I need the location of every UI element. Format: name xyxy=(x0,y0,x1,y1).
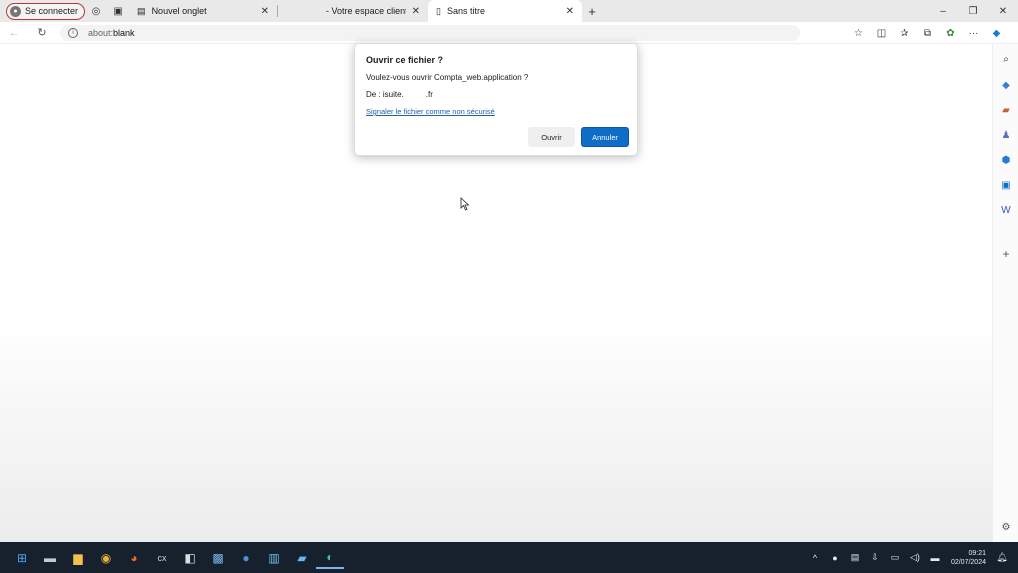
tab-title: Nouvel onglet xyxy=(151,6,207,16)
settings-gear-icon[interactable]: ⚙ xyxy=(993,522,1018,533)
info-icon[interactable]: i xyxy=(68,27,78,38)
taskbar: ⊞ ▬ ▆ ◉ ◕ cx ◧ ▩ ● ▥ ▰ ◐ ^ ● ▤ ⇩ ▭ ◁) ▬ … xyxy=(0,542,1018,573)
add-icon[interactable]: + xyxy=(993,247,1018,261)
close-window-button[interactable]: ✕ xyxy=(988,6,1018,17)
new-tab-button[interactable]: + xyxy=(582,4,602,19)
source-prefix: De : isuite. xyxy=(366,90,404,99)
page-icon: ▤ xyxy=(137,5,146,16)
restore-button[interactable]: ❐ xyxy=(958,6,988,17)
window-controls: – ❐ ✕ xyxy=(928,0,1018,22)
cancel-button[interactable]: Annuler xyxy=(581,127,629,147)
tools-icon[interactable]: ▰ xyxy=(993,105,1018,116)
tab-espace-client[interactable]: - Votre espace client ✕ xyxy=(278,0,428,22)
office-icon[interactable]: ⬢ xyxy=(993,155,1018,166)
app-card-icon[interactable]: ▰ xyxy=(288,547,316,569)
url-field[interactable]: i about:blank xyxy=(60,24,800,41)
favorite-star-icon[interactable]: ☆ xyxy=(847,28,870,39)
outlook-icon[interactable]: ▣ xyxy=(993,180,1018,191)
dialog-title: Ouvrir ce fichier ? xyxy=(366,55,444,65)
tab-actions-icon[interactable]: ▣ xyxy=(107,0,129,22)
close-tab-icon[interactable]: ✕ xyxy=(261,6,269,17)
notification-bell-icon[interactable]: 🔔︎ xyxy=(992,552,1012,563)
url-scheme: about: xyxy=(88,27,114,38)
redacted-text xyxy=(407,90,423,99)
battery-icon[interactable]: ▬ xyxy=(925,553,945,563)
tab-sans-titre[interactable]: ▯ Sans titre ✕ xyxy=(428,0,583,22)
tab-title: Sans titre xyxy=(447,6,486,16)
volume-icon[interactable]: ◁) xyxy=(905,552,925,563)
mouse-cursor-icon xyxy=(460,197,470,211)
clock-time: 09:21 xyxy=(968,549,986,557)
app-blue-circle-icon[interactable]: ● xyxy=(232,547,260,569)
toolbar-icons: ☆ ◫ ✰ ⧉ ✿ ··· ◆ xyxy=(847,22,1008,44)
report-unsafe-link[interactable]: Signaler le fichier comme non sécurisé xyxy=(366,107,495,116)
notepad-icon[interactable]: ▥ xyxy=(260,547,288,569)
system-tray: ^ ● ▤ ⇩ ▭ ◁) ▬ 09:21 02/07/2024 🔔︎ xyxy=(805,542,1012,573)
clock[interactable]: 09:21 02/07/2024 xyxy=(951,549,986,567)
back-arrow-icon[interactable]: ← xyxy=(0,27,28,39)
search-icon[interactable]: ⌕ xyxy=(993,54,1018,65)
collections-icon[interactable]: ⧉ xyxy=(916,28,939,39)
extension-icon[interactable]: ✿ xyxy=(939,28,962,39)
display-icon[interactable]: ▭ xyxy=(885,552,905,563)
printer-icon[interactable]: ▤ xyxy=(845,552,865,563)
app-cx-icon[interactable]: cx xyxy=(148,547,176,569)
open-button[interactable]: Ouvrir xyxy=(528,127,575,147)
profile-button[interactable]: ● Se connecter xyxy=(6,2,86,20)
tray-app-icon[interactable]: ● xyxy=(825,553,845,563)
tab-bar: ● Se connecter ◎ ▣ ▤ Nouvel onglet ✕ - V… xyxy=(0,0,1018,22)
workspaces-icon[interactable]: ◎ xyxy=(85,0,107,22)
dialog-question: Voulez-vous ouvrir Compta_web.applicatio… xyxy=(366,73,529,82)
start-windows-icon[interactable]: ⊞ xyxy=(8,547,36,569)
chrome-icon[interactable]: ◉ xyxy=(92,547,120,569)
close-tab-icon[interactable]: ✕ xyxy=(412,6,420,17)
split-screen-icon[interactable]: ◫ xyxy=(870,28,893,39)
close-tab-icon[interactable]: ✕ xyxy=(566,6,574,17)
edge-sidebar: ⌕ ◆ ▰ ♟ ⬢ ▣ W + ⚙ xyxy=(992,44,1018,542)
task-view-icon[interactable]: ▬ xyxy=(36,547,64,569)
tab-new-tab[interactable]: ▤ Nouvel onglet ✕ xyxy=(129,0,277,22)
file-explorer-icon[interactable]: ▆ xyxy=(64,547,92,569)
games-icon[interactable]: ♟ xyxy=(993,130,1018,141)
favorites-icon[interactable]: ✰ xyxy=(893,28,916,39)
dialog-source: De : isuite. .fr xyxy=(366,90,433,99)
firefox-icon[interactable]: ◕ xyxy=(120,547,148,569)
usb-icon[interactable]: ⇩ xyxy=(865,552,885,563)
app-window-icon[interactable]: ◧ xyxy=(176,547,204,569)
url-path: blank xyxy=(113,27,135,38)
minimize-button[interactable]: – xyxy=(928,6,958,17)
clock-date: 02/07/2024 xyxy=(950,558,986,566)
document-icon: ▯ xyxy=(436,5,441,16)
copilot-icon[interactable]: ◆ xyxy=(985,28,1008,39)
open-file-dialog: Ouvrir ce fichier ? Voulez-vous ouvrir C… xyxy=(354,43,638,156)
source-suffix: .fr xyxy=(425,90,433,99)
refresh-icon[interactable]: ↻ xyxy=(28,26,56,39)
tab-title: - Votre espace client xyxy=(326,6,406,16)
remote-desktop-icon[interactable]: ▩ xyxy=(204,547,232,569)
avatar-icon: ● xyxy=(10,5,21,17)
shopping-icon[interactable]: ◆ xyxy=(993,80,1018,91)
profile-label: Se connecter xyxy=(25,6,79,16)
word-icon[interactable]: W xyxy=(993,205,1018,216)
show-hidden-icon[interactable]: ^ xyxy=(805,553,825,563)
edge-taskbar-icon[interactable]: ◐ xyxy=(316,547,344,569)
more-menu-icon[interactable]: ··· xyxy=(962,28,985,39)
